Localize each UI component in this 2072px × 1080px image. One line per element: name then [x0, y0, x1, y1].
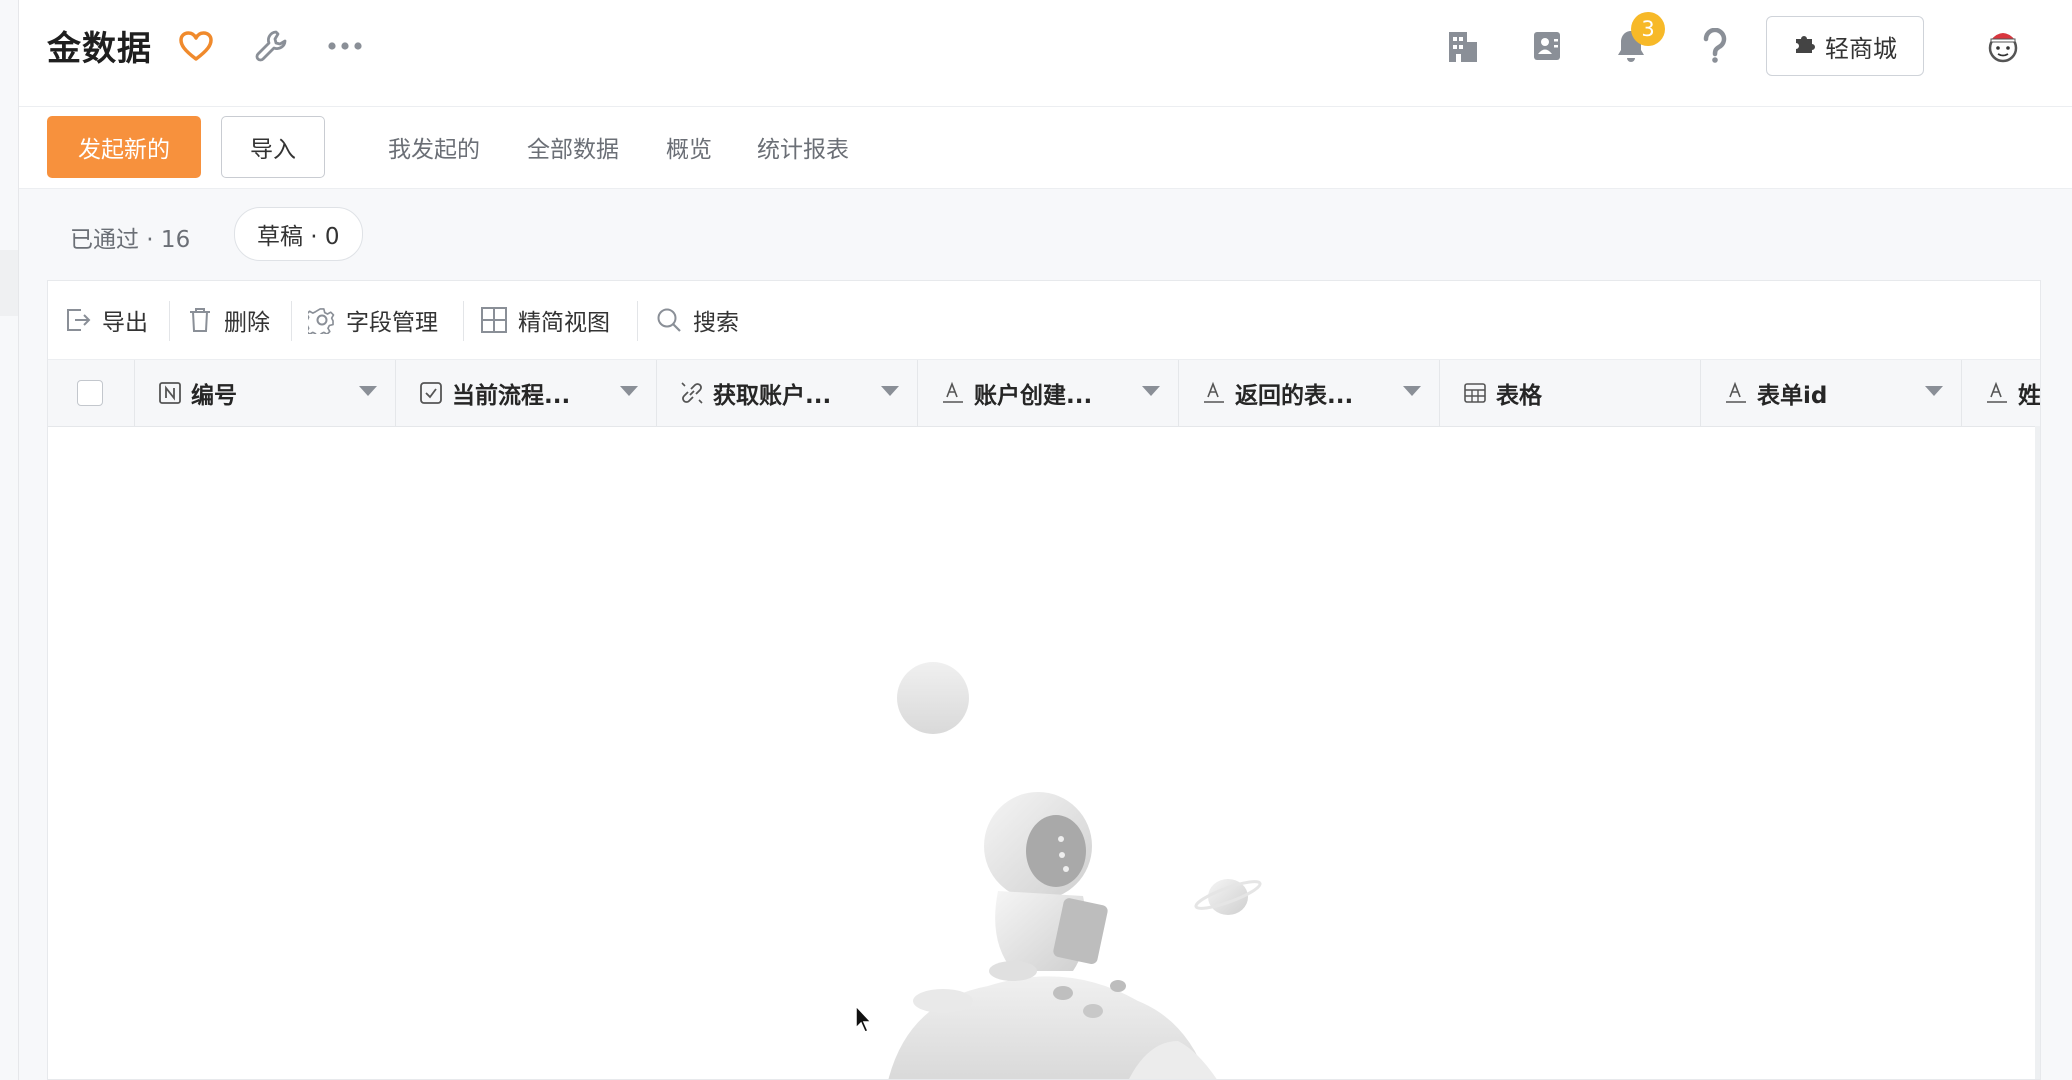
column-label: 账户创建...: [974, 383, 1093, 409]
light-mall-button[interactable]: 轻商城: [1766, 16, 1924, 76]
toolbar-divider: [291, 301, 292, 341]
trash-icon: [186, 306, 214, 334]
column-label: 当前流程...: [452, 383, 571, 409]
search-button[interactable]: 搜索: [655, 301, 739, 339]
delete-label: 删除: [224, 310, 270, 336]
tab-overview[interactable]: 概览: [666, 130, 712, 164]
empty-state-illustration: [848, 641, 1368, 1079]
column-label: 表格: [1496, 383, 1542, 409]
column-label: 姓: [2018, 383, 2041, 409]
column-label: 表单id: [1757, 383, 1828, 409]
search-label: 搜索: [693, 310, 739, 336]
contacts-icon[interactable]: [1525, 24, 1569, 68]
link-icon: [679, 380, 705, 406]
import-button[interactable]: 导入: [221, 116, 325, 178]
status-draft-filter[interactable]: 草稿 · 0: [234, 207, 363, 261]
rail-stub: [0, 250, 18, 316]
column-label: 返回的表...: [1235, 383, 1354, 409]
tab-reports[interactable]: 统计报表: [757, 130, 849, 164]
export-button[interactable]: 导出: [64, 301, 148, 339]
caret-down-icon[interactable]: [359, 386, 377, 396]
table-toolbar: 导出 删除 字段管理 精简视图 搜索: [48, 281, 2040, 360]
mall-label: 轻商城: [1825, 34, 1897, 63]
top-header: 金数据 3 轻商城: [19, 0, 2072, 107]
column-header-surname[interactable]: 姓: [1962, 360, 2041, 426]
table-header: 编号 当前流程... 获取账户... 账户创建... 返回的表... 表格 表单…: [48, 360, 2040, 427]
checkbox-icon: [418, 380, 444, 406]
caret-down-icon[interactable]: [881, 386, 899, 396]
field-management-button[interactable]: 字段管理: [308, 301, 438, 339]
more-icon[interactable]: [325, 26, 365, 66]
toolbar-divider: [637, 301, 638, 341]
field-management-label: 字段管理: [346, 310, 438, 336]
caret-down-icon[interactable]: [1403, 386, 1421, 396]
column-label: 编号: [191, 383, 237, 409]
toolbar-divider: [463, 301, 464, 341]
text-icon: [1984, 380, 2010, 406]
puzzle-icon: [1793, 31, 1817, 61]
caret-down-icon[interactable]: [1142, 386, 1160, 396]
column-header-returned-form[interactable]: 返回的表...: [1179, 360, 1440, 426]
new-entry-button[interactable]: 发起新的: [47, 116, 201, 178]
action-bar: 发起新的 导入 我发起的 全部数据 概览 统计报表: [19, 107, 2072, 189]
page-title: 金数据: [47, 29, 152, 69]
column-header-number[interactable]: 编号: [135, 360, 396, 426]
compact-view-button[interactable]: 精简视图: [480, 301, 610, 339]
tab-my-submissions[interactable]: 我发起的: [388, 130, 480, 164]
user-avatar[interactable]: [1979, 22, 2027, 70]
export-label: 导出: [102, 310, 148, 336]
data-table-panel: 导出 删除 字段管理 精简视图 搜索 编号 当前流程... 获取账户... 账户…: [47, 280, 2041, 1080]
tab-all-data[interactable]: 全部数据: [527, 130, 619, 164]
column-header-form-id[interactable]: 表单id: [1701, 360, 1962, 426]
text-icon: [1201, 380, 1227, 406]
column-header-current-flow[interactable]: 当前流程...: [396, 360, 657, 426]
help-icon[interactable]: [1693, 24, 1737, 68]
grid-view-icon: [480, 306, 508, 334]
mouse-cursor-icon: [854, 1004, 874, 1038]
app-container: 金数据 3 轻商城 发起新的 导入 我发起的 全部数据 概览 统计报表 已通过 …: [19, 0, 2072, 1080]
column-label: 获取账户...: [713, 383, 832, 409]
column-header-get-account[interactable]: 获取账户...: [657, 360, 918, 426]
select-all-cell: [48, 360, 135, 426]
favorite-heart-icon[interactable]: [176, 26, 216, 66]
caret-down-icon[interactable]: [1925, 386, 1943, 396]
search-icon: [655, 306, 683, 334]
left-rail: [0, 0, 19, 1080]
table-icon: [1462, 380, 1488, 406]
column-header-account-created[interactable]: 账户创建...: [918, 360, 1179, 426]
compact-view-label: 精简视图: [518, 310, 610, 336]
notification-count-badge: 3: [1631, 12, 1665, 46]
gear-icon: [308, 306, 336, 334]
caret-down-icon[interactable]: [620, 386, 638, 396]
number-icon: [157, 380, 183, 406]
delete-button[interactable]: 删除: [186, 301, 270, 339]
select-all-checkbox[interactable]: [77, 380, 103, 406]
text-icon: [1723, 380, 1749, 406]
status-approved-filter[interactable]: 已通过 · 16: [70, 220, 190, 254]
column-header-table[interactable]: 表格: [1440, 360, 1701, 426]
wrench-icon[interactable]: [251, 26, 291, 66]
text-icon: [940, 380, 966, 406]
export-icon: [64, 306, 92, 334]
organization-icon[interactable]: [1441, 24, 1485, 68]
toolbar-divider: [169, 301, 170, 341]
horizontal-scroll-edge[interactable]: [2035, 426, 2040, 1079]
